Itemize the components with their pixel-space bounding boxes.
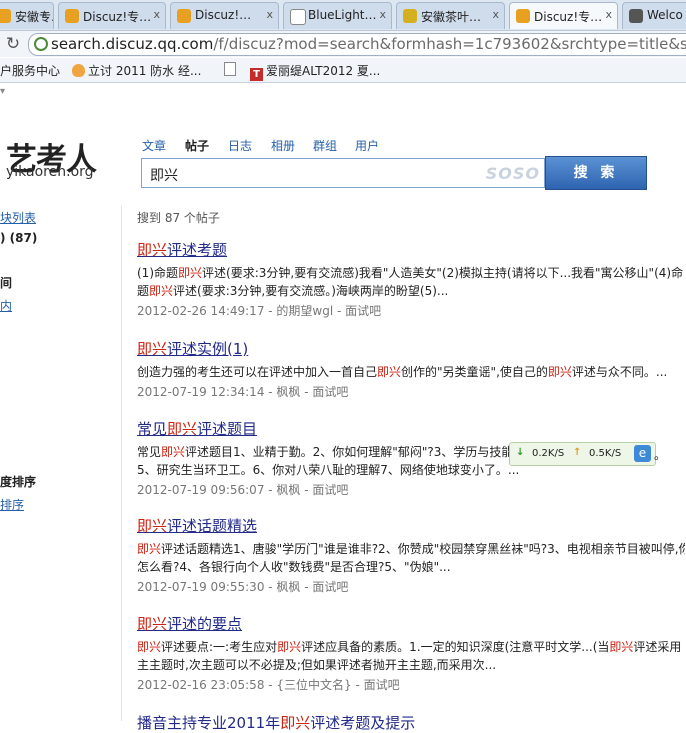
browser-tab[interactable]: BlueLight… x	[283, 2, 392, 29]
filter-relevance-heading: 度排序	[0, 475, 37, 489]
nav-article[interactable]: 文章	[142, 137, 166, 154]
search-input[interactable]: 即兴 SOSO	[141, 158, 545, 188]
result-item: 即兴评述考题 (1)命题即兴评述(要求:3分钟,要有交流感)我看"人造美女"(2)…	[137, 241, 686, 320]
result-item: 即兴评述话题精选即兴评述话题精选1、唐骏"学历门"谁是谁非?2、你赞成"校园禁穿…	[137, 517, 686, 596]
browser-tab[interactable]: Discuz!… x	[170, 2, 279, 29]
snippet-line: (1)命题即兴评述(要求:3分钟,要有交流感)我看"人造美女"(2)模拟主持(请…	[137, 266, 684, 280]
network-speed-widget[interactable]: ↓ 0.2K/S ↑ 0.5K/S e	[509, 442, 656, 466]
filter-sort-link[interactable]: 排序	[0, 496, 24, 513]
snippet-line: 创造力强的考生还可以在评述中加入一首自己即兴创作的"另类童谣",使自己的即兴评述…	[137, 365, 668, 379]
tab-favicon-icon	[629, 9, 643, 23]
result-item: 即兴评述的要点即兴评述要点:一:考生应对即兴评述应具备的素质。1.一定的知识深度…	[137, 615, 686, 694]
download-arrow-icon: ↓	[516, 447, 525, 458]
tab-close-icon[interactable]: x	[492, 8, 499, 21]
search-query: 即兴	[150, 168, 178, 184]
snippet-line: 怎么看?4、各银行向个人收"数钱费"是否合理?5、"伪娘"...	[137, 560, 451, 574]
browser-tab-strip: 安徽专…xDiscuz!专…xDiscuz!…xBlueLight…x安徽茶叶……	[0, 0, 686, 31]
download-speed: 0.2K/S	[532, 448, 565, 459]
snippet-line: 主主题时,次主题可以不必提及;但如果评述者抛开主主题,而采用次...	[137, 658, 497, 672]
tab-close-icon[interactable]: x	[379, 8, 386, 21]
upload-arrow-icon: ↑	[573, 447, 582, 458]
fire-icon	[72, 64, 85, 77]
tab-favicon-icon	[290, 9, 306, 25]
result-meta: 2012-07-19 09:55:30 - 枫枫 - 面试吧	[137, 580, 349, 594]
result-snippet: 即兴评述话题精选1、唐骏"学历门"谁是谁非?2、你赞成"校园禁穿黑丝袜"吗?3、…	[137, 540, 686, 576]
filter-board-list[interactable]: 块列表	[0, 209, 36, 226]
result-count: 搜到 87 个帖子	[137, 211, 220, 225]
soso-watermark: SOSO	[485, 164, 540, 183]
logo-en: yikaoren.org	[6, 164, 94, 180]
tab-close-icon[interactable]: x	[266, 8, 273, 21]
t-icon: T	[250, 68, 263, 81]
tab-favicon-icon	[403, 9, 417, 23]
result-title-link[interactable]: 即兴评述实例(1)	[137, 340, 686, 358]
result-meta: 2012-07-19 12:34:14 - 枫枫 - 面试吧	[137, 385, 349, 399]
browser-tab[interactable]: Discuz!专… x	[58, 2, 166, 29]
nav-group[interactable]: 群组	[313, 137, 337, 154]
result-meta: 2012-02-26 14:49:17 - 的期望wgl - 面试吧	[137, 304, 382, 318]
result-item: 即兴评述实例(1) 创造力强的考生还可以在评述中加入一首自己即兴创作的"另类童谣"…	[137, 340, 686, 401]
tab-label: Discuz!…	[195, 8, 252, 22]
snippet-line: 即兴评述话题精选1、唐骏"学历门"谁是谁非?2、你赞成"校园禁穿黑丝袜"吗?3、…	[137, 542, 685, 556]
tab-close-icon[interactable]: x	[153, 8, 160, 21]
dropdown-arrow-icon[interactable]: ▾	[0, 86, 5, 97]
search-button[interactable]: 搜 索	[545, 156, 647, 190]
result-title-link[interactable]: 即兴评述考题	[137, 241, 686, 259]
result-meta: 2012-07-19 09:56:07 - 枫枫 - 面试吧	[137, 483, 349, 497]
snippet-tail: 。	[654, 448, 667, 462]
address-bar[interactable]: search.discuz.qq.com/f/discuz?mod=search…	[28, 33, 686, 56]
result-snippet: 创造力强的考生还可以在评述中加入一首自己即兴创作的"另类童谣",使自己的即兴评述…	[137, 363, 686, 381]
tab-label: Discuz!专…	[83, 10, 152, 24]
nav-thread[interactable]: 帖子	[185, 137, 209, 154]
url-text: search.discuz.qq.com/f/discuz?mod=search…	[51, 35, 686, 53]
tab-label: Welco	[647, 8, 683, 22]
secure-globe-icon	[34, 37, 48, 51]
reload-icon[interactable]: ↻	[3, 34, 23, 54]
result-snippet: (1)命题即兴评述(要求:3分钟,要有交流感)我看"人造美女"(2)模拟主持(请…	[137, 264, 686, 300]
upload-speed: 0.5K/S	[589, 448, 622, 459]
browser-toolbar: ↻ search.discuz.qq.com/f/discuz?mod=sear…	[0, 31, 686, 57]
bookmarks-bar: 户服务中心 立讨 2011 防水 经... T 爱丽缇ALT2012 夏...	[0, 58, 686, 83]
tab-favicon-icon	[177, 9, 191, 23]
accelerator-icon[interactable]: e	[634, 445, 651, 462]
result-snippet: 即兴评述要点:一:考生应对即兴评述应具备的素质。1.一定的知识深度(注意平时文学…	[137, 638, 686, 674]
filter-time-heading: 间	[0, 276, 13, 290]
result-meta: 2012-02-16 23:05:58 - {三位中文名} - 面试吧	[137, 678, 400, 692]
tab-close-icon[interactable]: x	[605, 8, 612, 21]
tab-label: 安徽茶叶…	[421, 10, 482, 24]
nav-album[interactable]: 相册	[271, 137, 295, 154]
tab-favicon-icon	[65, 9, 79, 23]
filter-count: ) (87)	[0, 231, 38, 245]
result-title-cut[interactable]: 播音主持专业2011年即兴评述考题及提示	[137, 712, 415, 733]
result-title-link[interactable]: 即兴评述的要点	[137, 615, 686, 633]
result-title-link[interactable]: 常见即兴评述题目	[137, 420, 686, 438]
bookmark-item[interactable]: 户服务中心	[0, 62, 60, 79]
tab-favicon-icon	[0, 9, 11, 23]
bookmark-item[interactable]: T 爱丽缇ALT2012 夏...	[250, 62, 380, 81]
browser-tab[interactable]: Discuz!专… x	[509, 2, 618, 29]
snippet-line: 即兴评述要点:一:考生应对即兴评述应具备的素质。1.一定的知识深度(注意平时文学…	[137, 640, 682, 654]
tab-label: 安徽专…	[15, 10, 53, 24]
page-icon	[224, 62, 236, 76]
nav-blog[interactable]: 日志	[228, 137, 252, 154]
bookmark-item[interactable]	[224, 62, 239, 77]
browser-tab[interactable]: 安徽专…x	[0, 2, 54, 29]
nav-user[interactable]: 用户	[355, 137, 379, 154]
browser-tab[interactable]: 安徽茶叶… x	[396, 2, 505, 29]
tab-label: Discuz!专…	[534, 10, 603, 24]
result-title-link[interactable]: 即兴评述话题精选	[137, 517, 686, 535]
snippet-line: 题即兴评述(要求:3分钟,要有交流感。)海峡两岸的盼望(5)...	[137, 284, 449, 298]
tab-favicon-icon	[516, 9, 530, 23]
filter-time-within[interactable]: 内	[0, 297, 12, 314]
column-divider	[121, 206, 122, 721]
tab-close-icon[interactable]: x	[41, 8, 48, 21]
browser-tab[interactable]: Welco	[622, 2, 686, 29]
bookmark-item[interactable]: 立讨 2011 防水 经...	[72, 62, 201, 79]
tab-label: BlueLight…	[308, 8, 377, 22]
